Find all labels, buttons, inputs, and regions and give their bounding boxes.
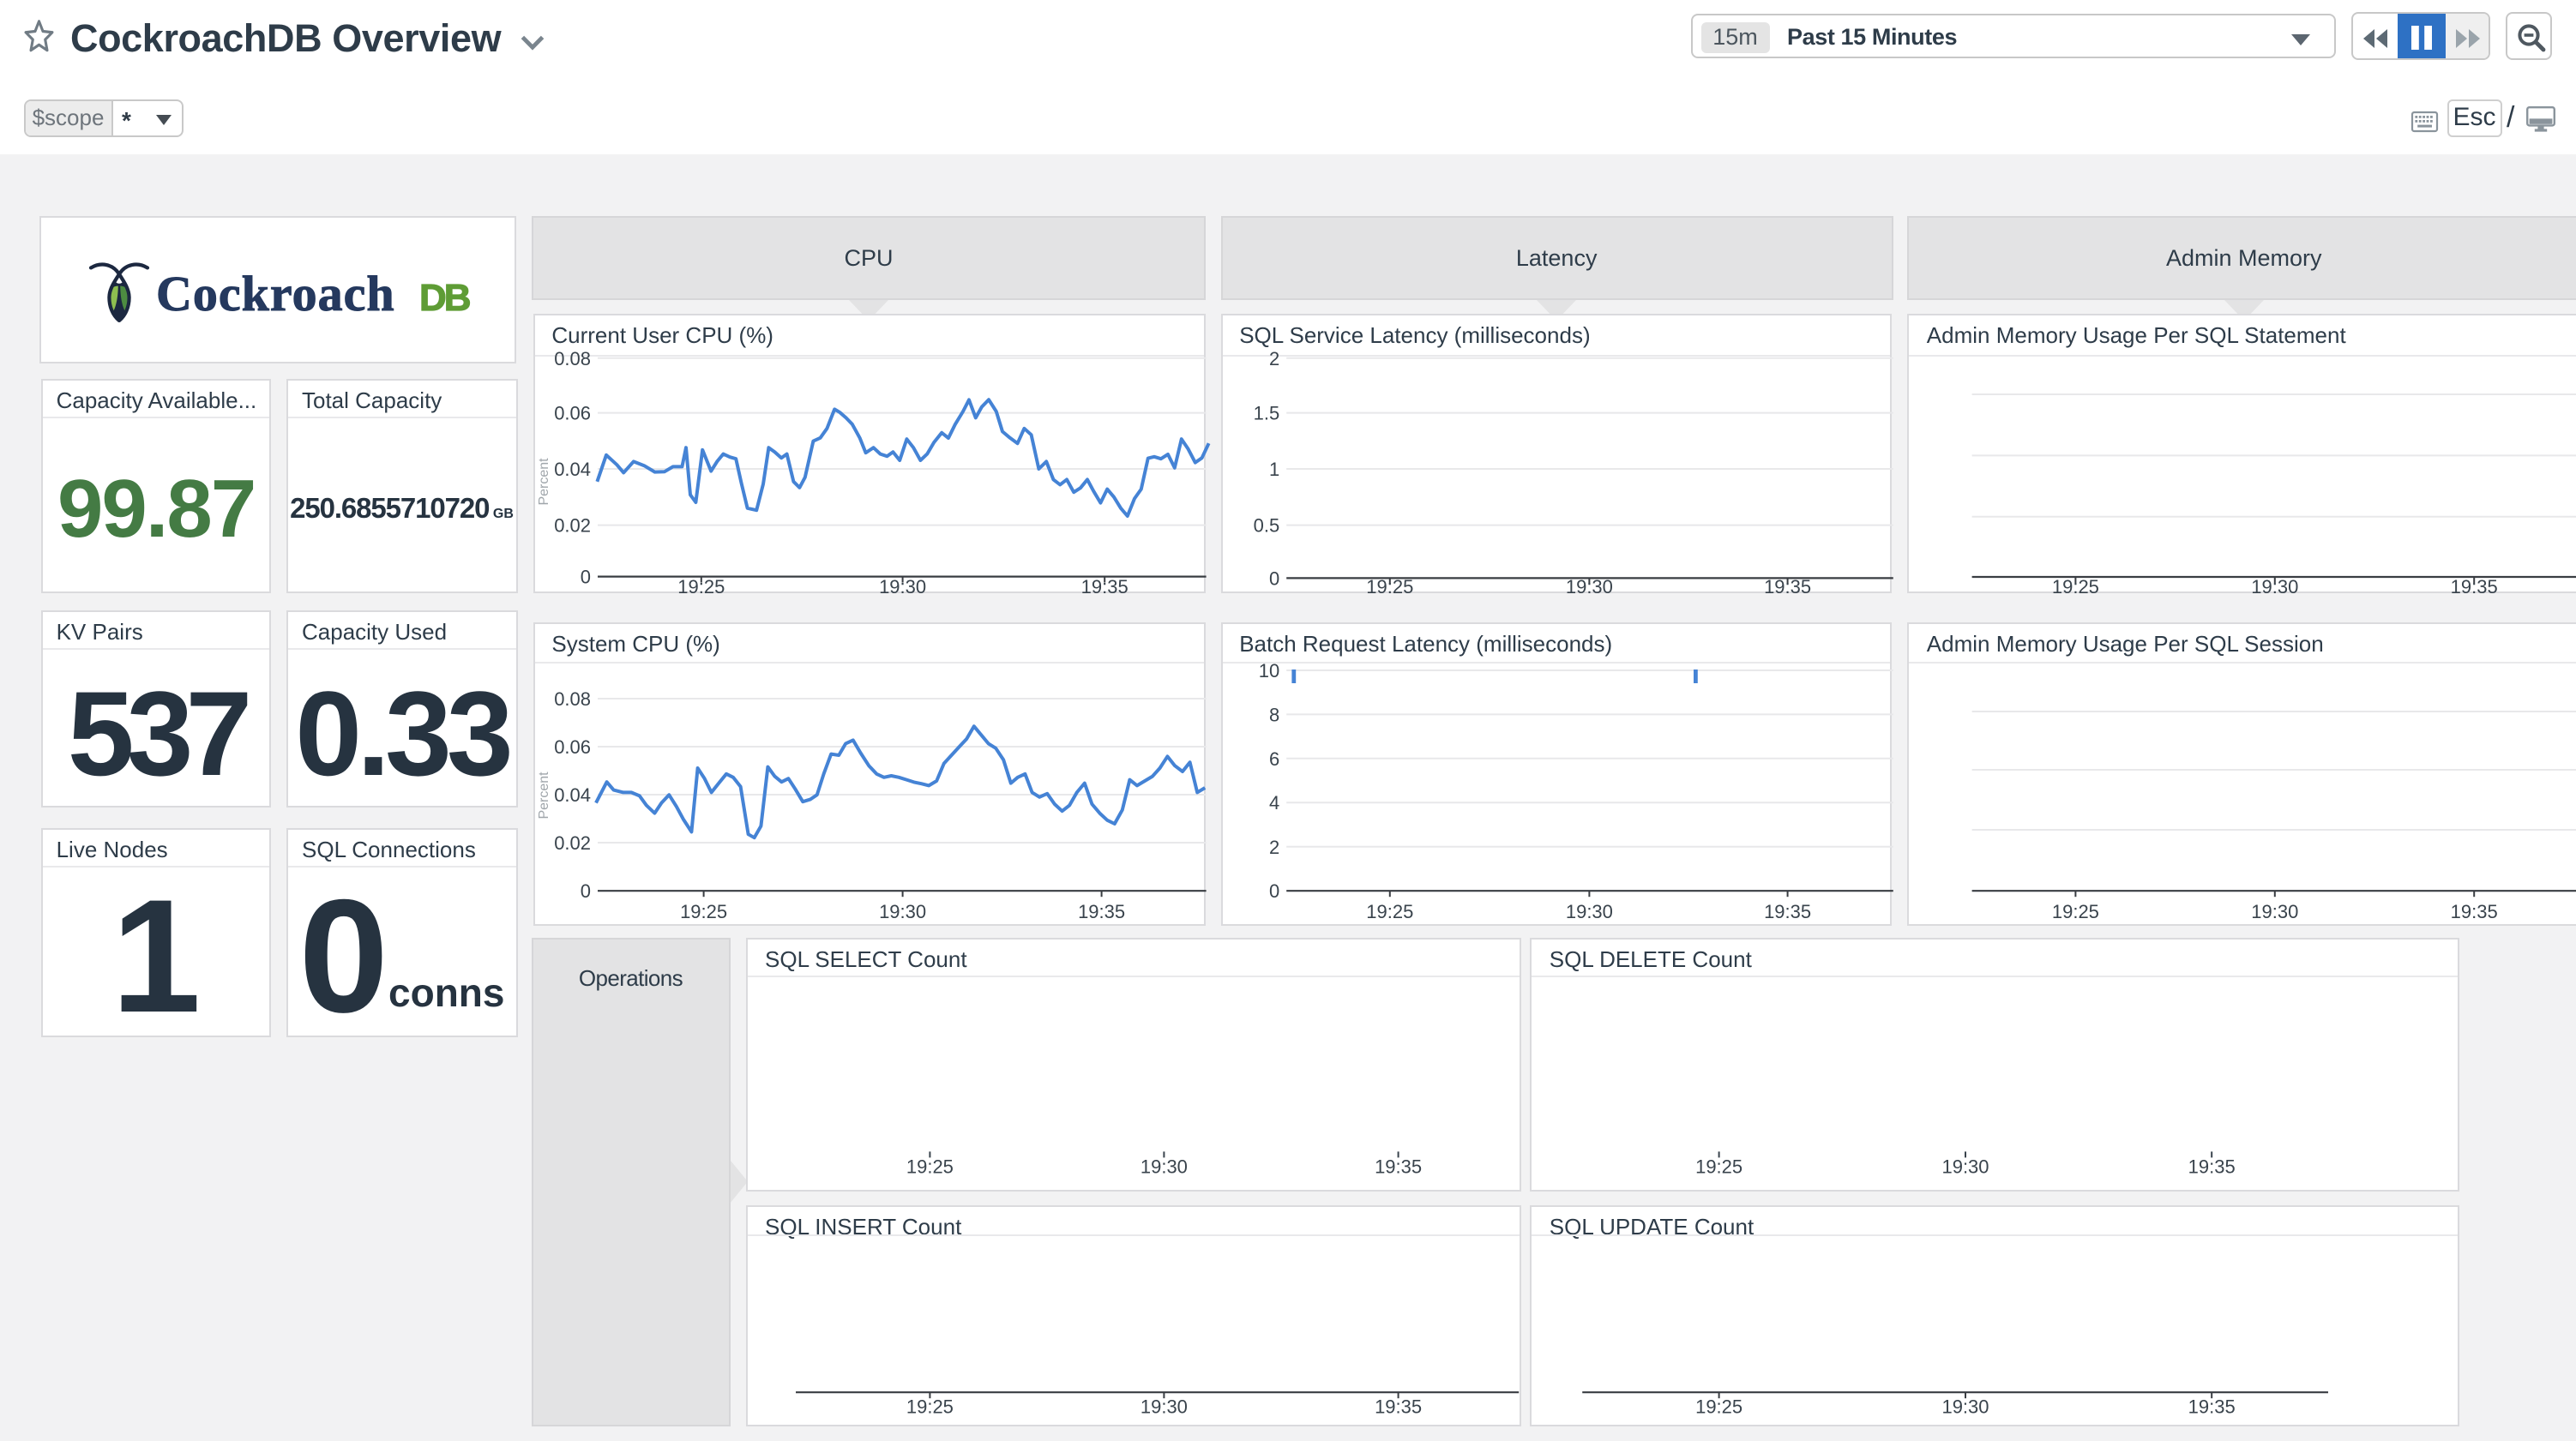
svg-text:6: 6 <box>1268 748 1279 770</box>
svg-text:0.08: 0.08 <box>554 688 591 710</box>
svg-text:19:25: 19:25 <box>906 1396 954 1418</box>
svg-text:0.06: 0.06 <box>554 403 591 424</box>
svg-text:19:25: 19:25 <box>677 576 725 597</box>
svg-text:Percent: Percent <box>536 772 551 820</box>
svg-text:19:30: 19:30 <box>878 901 925 922</box>
svg-text:0: 0 <box>580 880 590 902</box>
svg-text:19:25: 19:25 <box>2053 576 2100 597</box>
svg-text:1.5: 1.5 <box>1253 403 1279 424</box>
svg-text:8: 8 <box>1268 704 1279 725</box>
svg-text:19:25: 19:25 <box>1696 1156 1743 1177</box>
svg-text:1: 1 <box>1268 459 1279 480</box>
svg-text:19:35: 19:35 <box>1077 901 1124 922</box>
svg-text:19:35: 19:35 <box>1375 1396 1422 1418</box>
svg-text:19:25: 19:25 <box>1365 576 1412 597</box>
svg-text:19:35: 19:35 <box>2188 1396 2236 1418</box>
svg-text:0.04: 0.04 <box>554 784 591 806</box>
svg-text:19:30: 19:30 <box>2252 901 2299 922</box>
svg-text:19:30: 19:30 <box>1942 1156 1989 1177</box>
svg-text:10: 10 <box>1258 660 1279 681</box>
svg-text:0.08: 0.08 <box>554 348 591 369</box>
svg-text:0.02: 0.02 <box>554 832 591 854</box>
svg-text:19:30: 19:30 <box>878 576 925 597</box>
svg-text:0: 0 <box>580 567 590 588</box>
svg-text:Percent: Percent <box>536 458 551 506</box>
svg-text:19:25: 19:25 <box>906 1156 954 1177</box>
svg-text:2: 2 <box>1268 348 1279 369</box>
svg-text:19:25: 19:25 <box>679 901 726 922</box>
svg-text:0.5: 0.5 <box>1253 515 1279 537</box>
svg-text:4: 4 <box>1268 792 1279 814</box>
svg-text:19:35: 19:35 <box>1763 576 1810 597</box>
svg-text:19:35: 19:35 <box>2451 576 2498 597</box>
svg-text:2: 2 <box>1268 837 1279 858</box>
svg-text:19:30: 19:30 <box>1565 576 1612 597</box>
svg-text:19:30: 19:30 <box>1141 1396 1188 1418</box>
svg-text:19:30: 19:30 <box>2252 576 2299 597</box>
svg-text:19:25: 19:25 <box>1696 1396 1743 1418</box>
svg-text:19:30: 19:30 <box>1942 1396 1989 1418</box>
svg-text:19:30: 19:30 <box>1565 901 1612 922</box>
svg-text:0.04: 0.04 <box>554 459 591 480</box>
svg-text:19:35: 19:35 <box>2451 901 2498 922</box>
svg-text:19:30: 19:30 <box>1141 1156 1188 1177</box>
svg-text:0: 0 <box>1268 880 1279 902</box>
svg-text:19:35: 19:35 <box>1375 1156 1422 1177</box>
svg-text:0: 0 <box>1268 567 1279 589</box>
svg-text:19:35: 19:35 <box>1763 901 1810 922</box>
svg-text:0.06: 0.06 <box>554 736 591 758</box>
svg-text:19:35: 19:35 <box>1080 576 1128 597</box>
svg-text:19:35: 19:35 <box>2188 1156 2236 1177</box>
svg-text:19:25: 19:25 <box>2053 901 2100 922</box>
svg-text:19:25: 19:25 <box>1365 901 1412 922</box>
svg-text:0.02: 0.02 <box>554 515 591 537</box>
